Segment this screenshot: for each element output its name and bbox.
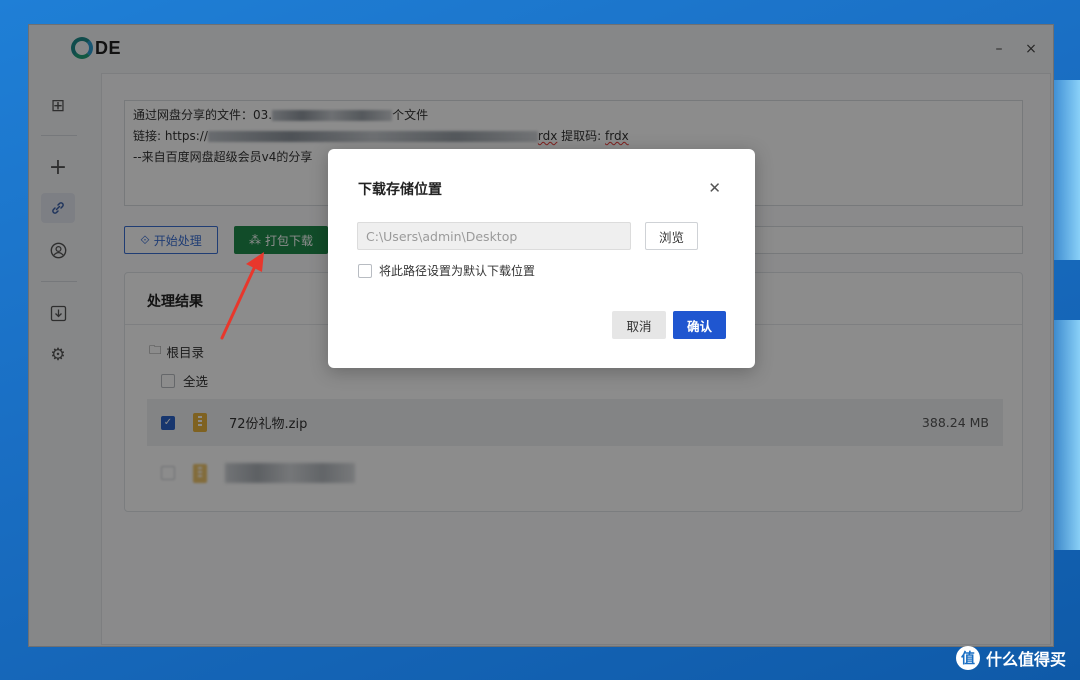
- download-path-input[interactable]: C:\Users\admin\Desktop: [357, 222, 631, 250]
- watermark-text: 什么值得买: [985, 650, 1066, 669]
- close-icon[interactable]: ✕: [708, 179, 721, 197]
- set-default-checkbox[interactable]: [358, 263, 372, 278]
- set-default-row[interactable]: 将此路径设置为默认下载位置: [358, 262, 535, 279]
- dialog-title: 下载存储位置: [358, 182, 442, 198]
- watermark: 值 什么值得买: [955, 646, 1066, 670]
- browse-button[interactable]: 浏览: [645, 222, 698, 250]
- cancel-button[interactable]: 取消: [612, 311, 666, 339]
- watermark-badge: 值: [955, 646, 980, 670]
- annotation-arrow: [220, 252, 264, 340]
- confirm-button[interactable]: 确认: [673, 311, 726, 339]
- download-location-dialog: 下载存储位置 ✕ C:\Users\admin\Desktop 浏览 将此路径设…: [328, 149, 755, 368]
- set-default-label: 将此路径设置为默认下载位置: [379, 264, 536, 278]
